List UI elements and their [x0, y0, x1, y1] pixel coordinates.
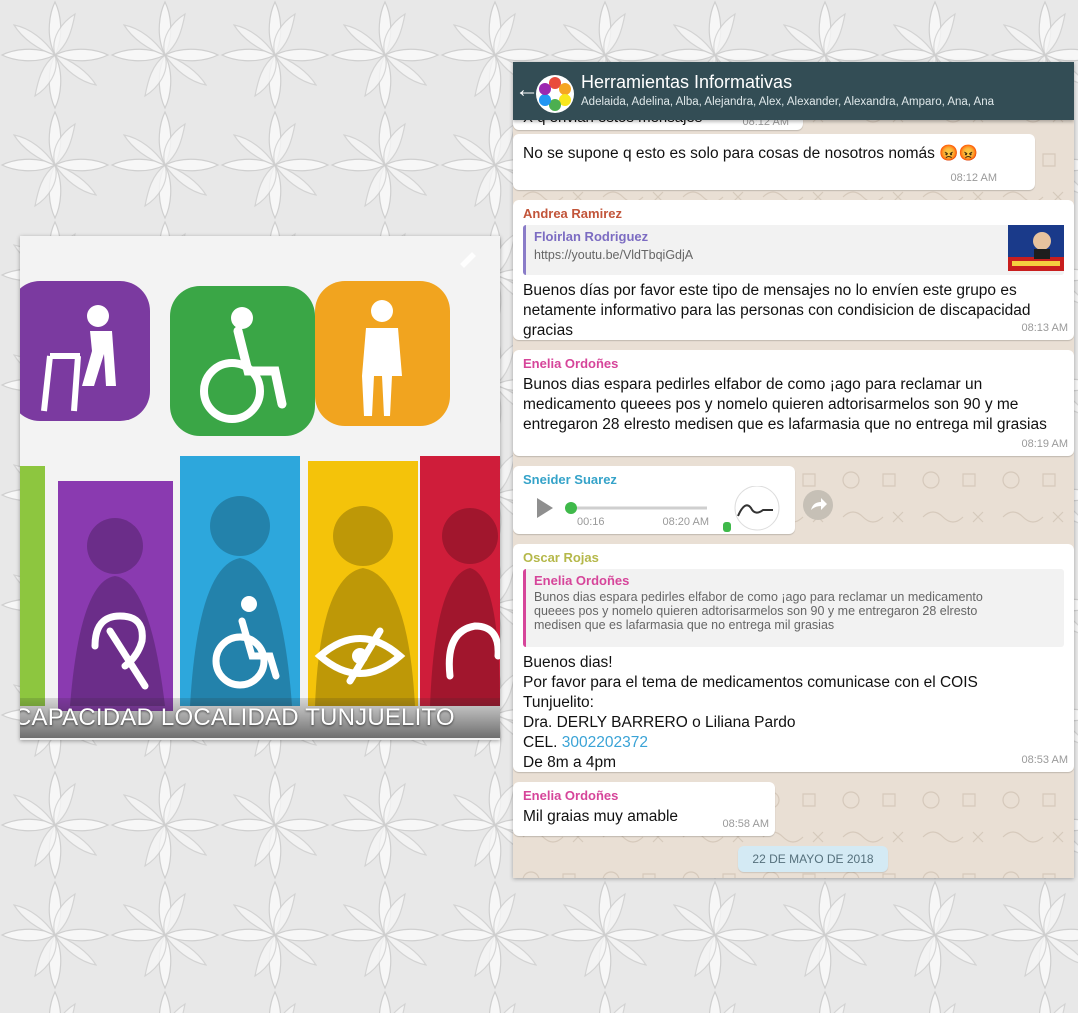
share-button[interactable]	[803, 490, 833, 520]
quoted-message[interactable]: Enelia Ordoñes Bunos dias espara pedirle…	[523, 569, 1064, 647]
audio-message-bubble[interactable]: Sneider Suarez 00:16 08:20 AM	[513, 466, 795, 534]
quote-sender: Enelia Ordoñes	[534, 573, 630, 588]
message-text: Bunos dias espara pedirles elfabor de co…	[523, 376, 1047, 433]
group-members: Adelaida, Adelina, Alba, Alejandra, Alex…	[581, 96, 995, 108]
message-sender: Enelia Ordoñes	[523, 788, 619, 803]
message-bubble[interactable]: Oscar Rojas Enelia Ordoñes Bunos dias es…	[513, 544, 1074, 772]
message-bubble[interactable]: Enelia Ordoñes Mil graias muy amable 08:…	[513, 782, 775, 836]
message-text: No se supone q esto es solo para cosas d…	[523, 145, 978, 162]
disability-poster-image[interactable]: CAPACIDAD LOCALIDAD TUNJUELITO	[20, 236, 500, 740]
message-time: 08:12 AM	[950, 172, 997, 184]
message-line: De 8m a 4pm	[523, 754, 617, 771]
group-avatar[interactable]	[535, 74, 575, 114]
message-time: 08:19 AM	[1021, 438, 1068, 450]
message-bubble[interactable]: Andrea Ramirez Floirlan Rodriguez https:…	[513, 200, 1074, 340]
message-time: 08:53 AM	[1021, 754, 1068, 766]
mic-icon	[723, 522, 731, 532]
message-bubble[interactable]: Enelia Ordoñes Bunos dias espara pedirle…	[513, 350, 1074, 456]
quote-sender: Floirlan Rodriguez	[534, 229, 649, 244]
quoted-link-preview[interactable]: Floirlan Rodriguez https://youtu.be/VldT…	[523, 225, 1064, 275]
message-sender: Enelia Ordoñes	[523, 356, 619, 371]
message-bubble[interactable]: No se supone q esto es solo para cosas d…	[513, 134, 1035, 190]
walker-person-icon	[20, 281, 150, 421]
poster-caption: CAPACIDAD LOCALIDAD TUNJUELITO	[20, 698, 500, 738]
video-thumbnail	[1008, 225, 1064, 271]
message-line: Buenos dias!	[523, 654, 613, 671]
chat-header[interactable]: ← Herramientas Informativas Adelaida, Ad…	[513, 62, 1074, 120]
message-line: Por favor para el tema de medicamentos c…	[523, 674, 978, 711]
forward-icon	[811, 498, 827, 510]
message-sender: Andrea Ramirez	[523, 206, 622, 221]
audio-progress-knob	[565, 502, 577, 514]
message-line: Dra. DERLY BARRERO o Liliana Pardo	[523, 714, 796, 731]
quote-url: https://youtu.be/VldTbqiGdjA	[534, 248, 694, 262]
audio-player[interactable]	[523, 486, 793, 534]
wheelchair-icon	[170, 286, 315, 436]
message-time: 08:20 AM	[662, 516, 709, 528]
poster-artwork	[20, 236, 500, 740]
date-chip: 22 DE MAYO DE 2018	[738, 846, 888, 872]
cel-label: CEL.	[523, 734, 562, 751]
message-sender: Sneider Suarez	[523, 472, 617, 487]
message-line: CEL. 3002202372	[523, 733, 1064, 753]
whatsapp-chat-window: ← Herramientas Informativas Adelaida, Ad…	[513, 62, 1074, 878]
quote-text: Bunos dias espara pedirles elfabor de co…	[534, 590, 983, 632]
message-text: Buenos días por favor este tipo de mensa…	[523, 282, 1031, 339]
message-sender: Oscar Rojas	[523, 550, 599, 565]
message-time: 08:58 AM	[722, 818, 769, 830]
phone-number-link[interactable]: 3002202372	[562, 734, 648, 751]
prosthetic-leg-icon	[315, 281, 450, 426]
audio-duration: 00:16	[577, 516, 605, 528]
play-icon	[537, 498, 553, 518]
group-title: Herramientas Informativas	[581, 72, 793, 92]
message-time: 08:13 AM	[1021, 322, 1068, 334]
